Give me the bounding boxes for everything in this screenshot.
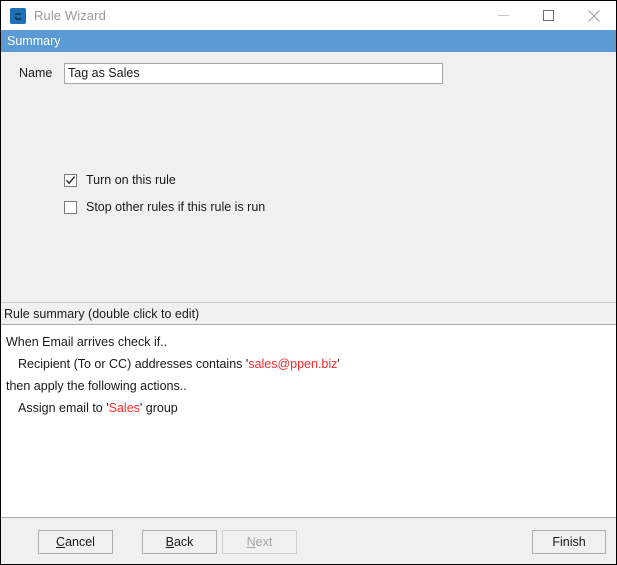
- summary-line-post: ': [337, 357, 340, 371]
- summary-line[interactable]: When Email arrives check if..: [1, 331, 616, 353]
- summary-line-pre: then apply the following actions..: [6, 379, 187, 393]
- finish-button[interactable]: Finish: [532, 530, 606, 554]
- summary-line-pre: Recipient (To or CC) addresses contains …: [18, 357, 249, 371]
- window-controls: [481, 1, 616, 30]
- summary-line[interactable]: Recipient (To or CC) addresses contains …: [1, 353, 616, 375]
- turn-on-rule-checkbox[interactable]: [64, 173, 77, 187]
- back-label-rest: ack: [173, 535, 194, 549]
- close-icon[interactable]: [571, 1, 616, 30]
- name-input[interactable]: [64, 62, 443, 84]
- stop-other-rules-checkbox[interactable]: [64, 200, 77, 214]
- rule-summary-panel[interactable]: When Email arrives check if.. Recipient …: [1, 324, 616, 518]
- summary-line[interactable]: then apply the following actions..: [1, 375, 616, 397]
- name-row: Name: [1, 62, 616, 84]
- footer: Cancel Back Next Finish: [1, 518, 616, 564]
- app-icon-bar: [13, 14, 23, 17]
- rule-wizard-window: e Rule Wizard Summa: [0, 0, 617, 565]
- section-header-label: Summary: [7, 34, 61, 48]
- minimize-icon[interactable]: [481, 1, 526, 30]
- form-pane: Name Turn on this rule Stop other rules …: [1, 52, 616, 302]
- summary-line-post: ' group: [139, 401, 178, 415]
- summary-line-highlight: Sales: [108, 401, 140, 415]
- maximize-icon[interactable]: [526, 1, 571, 30]
- rule-wizard-app-icon: e: [10, 7, 26, 24]
- checkbox-row-stop-other-rules[interactable]: Stop other rules if this rule is run: [64, 199, 265, 215]
- cancel-mnemonic: C: [56, 535, 66, 549]
- next-label-rest: ext: [255, 535, 273, 549]
- summary-line-pre: When Email arrives check if..: [6, 335, 168, 349]
- window-title: Rule Wizard: [34, 8, 106, 23]
- next-mnemonic: N: [246, 535, 256, 549]
- checkbox-row-turn-on-rule[interactable]: Turn on this rule: [64, 172, 176, 188]
- rule-summary-label-text: Rule summary (double click to edit): [4, 306, 200, 321]
- back-mnemonic: B: [165, 535, 174, 549]
- summary-line[interactable]: Assign email to 'Sales' group: [1, 397, 616, 419]
- next-button: Next: [222, 530, 297, 554]
- cancel-button[interactable]: Cancel: [38, 530, 113, 554]
- section-header-summary: Summary: [1, 30, 616, 52]
- name-label: Name: [19, 66, 53, 80]
- cancel-label-rest: ancel: [65, 535, 95, 549]
- stop-other-rules-label: Stop other rules if this rule is run: [86, 200, 266, 214]
- summary-line-pre: Assign email to ': [18, 401, 109, 415]
- summary-line-highlight: sales@ppen.biz: [248, 357, 338, 371]
- back-button[interactable]: Back: [142, 530, 217, 554]
- finish-label: Finish: [552, 535, 586, 549]
- title-bar: e Rule Wizard: [1, 1, 616, 30]
- rule-summary-label: Rule summary (double click to edit): [1, 303, 616, 324]
- turn-on-rule-label: Turn on this rule: [86, 173, 176, 187]
